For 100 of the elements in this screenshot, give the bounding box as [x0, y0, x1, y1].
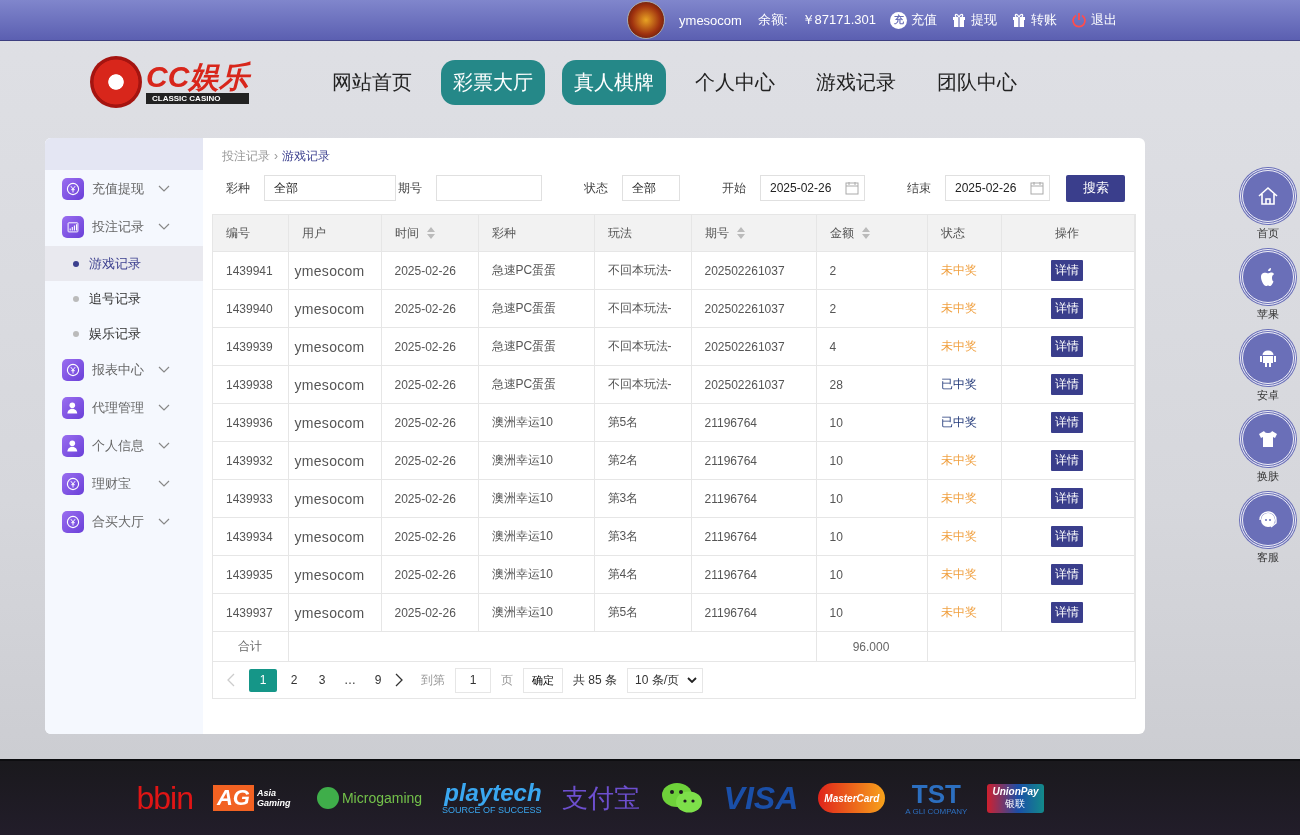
sidebar-item[interactable]: 个人信息	[45, 427, 203, 465]
yen-coin-icon	[62, 178, 84, 200]
page-link[interactable]: 3	[311, 668, 333, 692]
lottery-select[interactable]: 全部	[264, 175, 396, 201]
details-button[interactable]: 详情	[1051, 412, 1084, 433]
table-cell: 1439937	[213, 593, 288, 632]
status-cell: 未中奖	[927, 479, 1001, 518]
details-button[interactable]: 详情	[1051, 336, 1084, 357]
sidebar-item[interactable]: 理财宝	[45, 465, 203, 503]
table-cell: 急速PC蛋蛋	[478, 251, 594, 290]
sidebar-subitem[interactable]: 游戏记录	[45, 246, 203, 281]
table-cell: 急速PC蛋蛋	[478, 365, 594, 404]
table-cell: 1439941	[213, 251, 288, 290]
page-link[interactable]: …	[339, 668, 361, 692]
status-cell: 未中奖	[927, 327, 1001, 366]
nav-link[interactable]: 真人棋牌	[562, 59, 666, 105]
sort-icon[interactable]	[861, 226, 870, 239]
table-cell: 4	[816, 327, 927, 366]
table-cell: 1439940	[213, 289, 288, 328]
search-button[interactable]: 搜索	[1066, 174, 1125, 202]
page-number-field[interactable]: 1	[455, 667, 491, 693]
next-page-icon[interactable]	[395, 673, 403, 687]
table-cell: 21196764	[691, 555, 816, 594]
column-header[interactable]: 时间	[381, 215, 478, 252]
details-button[interactable]: 详情	[1051, 260, 1084, 281]
side-shortcut[interactable]: 客服	[1240, 492, 1296, 565]
calendar-icon[interactable]	[1030, 181, 1044, 195]
details-button[interactable]: 详情	[1051, 526, 1084, 547]
nav-link[interactable]: 网站首页	[320, 59, 424, 105]
status-cell: 未中奖	[927, 593, 1001, 632]
details-button[interactable]: 详情	[1051, 450, 1084, 471]
sidebar-item[interactable]: 投注记录	[45, 208, 203, 246]
table-cell: 10	[816, 593, 927, 632]
side-shortcut[interactable]: 首页	[1240, 168, 1296, 241]
status-cell: 未中奖	[927, 517, 1001, 556]
table-cell: 1439935	[213, 555, 288, 594]
start-date-field[interactable]: 2025-02-26	[760, 175, 865, 201]
table-cell: 2025-02-26	[381, 365, 478, 404]
breadcrumb-link[interactable]: 游戏记录	[282, 147, 330, 165]
status-cell: 未中奖	[927, 555, 1001, 594]
sidebar-item[interactable]: 合买大厅	[45, 503, 203, 541]
table-cell: 28	[816, 365, 927, 404]
confirm-button[interactable]: 确定	[523, 667, 563, 693]
top-link[interactable]: 转账	[1011, 11, 1057, 29]
details-button[interactable]: 详情	[1051, 298, 1084, 319]
page-link[interactable]: 9	[367, 668, 389, 692]
page-link[interactable]: 1	[249, 668, 277, 692]
casino-logo[interactable]: CC娱乐 CLASSIC CASINO	[90, 56, 250, 108]
sort-icon[interactable]	[736, 226, 745, 239]
sidebar-subitem[interactable]: 娱乐记录	[45, 316, 203, 351]
status-cell: 已中奖	[927, 365, 1001, 404]
avatar-icon	[627, 1, 666, 39]
sidebar-item[interactable]: 代理管理	[45, 389, 203, 427]
column-header[interactable]: 金额	[816, 215, 927, 252]
table-cell: ymesocom	[288, 479, 381, 518]
sidebar-item[interactable]: 充值提现	[45, 170, 203, 208]
page-size-select[interactable]: 10 条/页	[627, 667, 704, 693]
table-cell: ymesocom	[288, 403, 381, 442]
details-button[interactable]: 详情	[1051, 488, 1084, 509]
table-cell: 10	[816, 479, 927, 518]
top-link[interactable]: 退出	[1071, 11, 1117, 29]
sidebar-subitem[interactable]: 追号记录	[45, 281, 203, 316]
partner-logo: Microgaming	[316, 787, 423, 809]
details-button[interactable]: 详情	[1051, 602, 1084, 623]
filter-label: 结束	[907, 179, 931, 197]
table-cell: 澳洲幸运10	[478, 403, 594, 442]
details-button[interactable]: 详情	[1051, 374, 1084, 395]
yen-coin-icon	[62, 511, 84, 533]
column-header[interactable]: 期号	[691, 215, 816, 252]
side-shortcut[interactable]: 安卓	[1240, 330, 1296, 403]
filter-label: 期号	[398, 179, 422, 197]
page-link[interactable]: 2	[283, 668, 305, 692]
nav-link[interactable]: 个人中心	[683, 59, 787, 105]
table-cell: ymesocom	[288, 593, 381, 632]
table-cell: 1439934	[213, 517, 288, 556]
top-link[interactable]: 提现	[951, 11, 997, 29]
nav-link[interactable]: 彩票大厅	[441, 59, 545, 105]
sidebar-item[interactable]: 报表中心	[45, 351, 203, 389]
issue-input[interactable]	[436, 175, 542, 201]
calendar-icon[interactable]	[845, 181, 859, 195]
user-icon	[62, 435, 84, 457]
table-cell: 2025-02-26	[381, 251, 478, 290]
sort-icon[interactable]	[426, 226, 435, 239]
nav-link[interactable]: 游戏记录	[804, 59, 908, 105]
status-select[interactable]: 全部	[622, 175, 680, 201]
table-cell: 急速PC蛋蛋	[478, 327, 594, 366]
details-button[interactable]: 详情	[1051, 564, 1084, 585]
chevron-down-icon	[158, 366, 170, 374]
table-cell: 2025-02-26	[381, 327, 478, 366]
table-cell: 不回本玩法-	[594, 251, 691, 290]
end-date-field[interactable]: 2025-02-26	[945, 175, 1050, 201]
chevron-down-icon	[687, 677, 698, 683]
side-shortcut[interactable]: 苹果	[1240, 249, 1296, 322]
nav-link[interactable]: 团队中心	[925, 59, 1029, 105]
column-header: 玩法	[594, 215, 691, 252]
side-shortcut[interactable]: 换肤	[1240, 411, 1296, 484]
table-cell: 21196764	[691, 593, 816, 632]
top-link[interactable]: 充 充值	[890, 11, 937, 29]
chevron-down-icon	[158, 404, 170, 412]
chevron-down-icon	[158, 185, 170, 193]
